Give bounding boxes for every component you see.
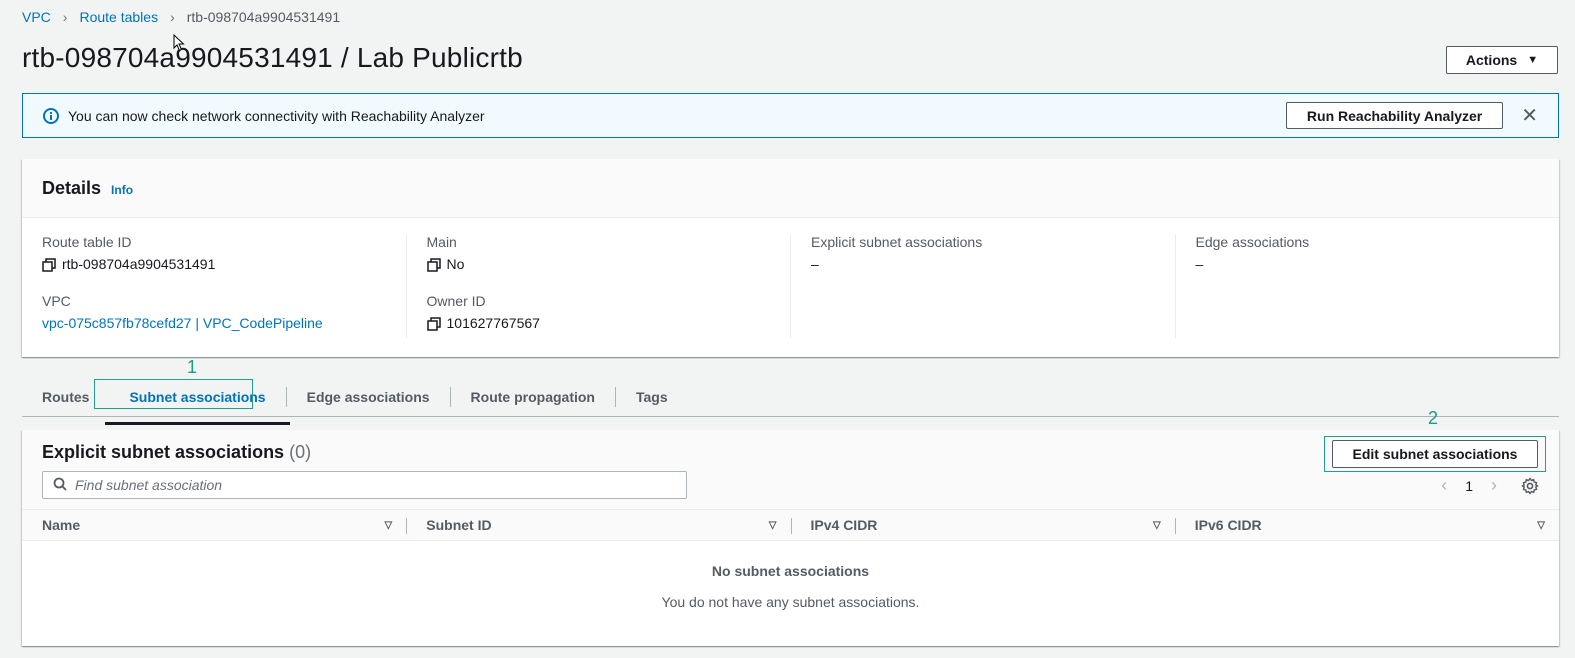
empty-state-text: You do not have any subnet associations.	[661, 594, 920, 610]
info-icon	[43, 107, 59, 124]
details-column-4: Edge associations –	[1174, 234, 1560, 338]
tab-edge-associations[interactable]: Edge associations	[285, 387, 450, 407]
banner-message: You can now check network connectivity w…	[68, 107, 485, 124]
panel-title-text: Explicit subnet associations	[42, 442, 285, 462]
edge-associations-label: Edge associations	[1195, 234, 1310, 250]
sort-icon[interactable]: ▽	[1153, 520, 1161, 531]
subnet-associations-panel: Explicit subnet associations (0) Edit su…	[22, 430, 1559, 646]
caret-down-icon: ▼	[1527, 54, 1539, 66]
chevron-right-icon[interactable]: ›	[1491, 475, 1497, 496]
breadcrumb: VPC › Route tables › rtb-098704a99045314…	[22, 9, 340, 25]
explicit-subnet-associations-value: –	[811, 256, 819, 272]
tab-bar: Routes Subnet associations Edge associat…	[22, 378, 1559, 425]
search-icon	[53, 477, 67, 494]
route-table-id-value: rtb-098704a9904531491	[62, 256, 216, 272]
breadcrumb-route-tables[interactable]: Route tables	[79, 9, 158, 25]
chevron-left-icon[interactable]: ‹	[1441, 475, 1447, 496]
search-input[interactable]: Find subnet association	[42, 471, 687, 499]
highlight-box: Edit subnet associations	[1324, 436, 1546, 472]
column-header-ipv4-cidr[interactable]: IPv4 CIDR ▽	[790, 510, 1175, 540]
empty-state: No subnet associations You do not have a…	[22, 541, 1559, 610]
highlight-box	[94, 379, 254, 409]
main-label: Main	[426, 234, 457, 250]
info-link[interactable]: Info	[111, 183, 133, 197]
sort-icon[interactable]: ▽	[1537, 520, 1545, 531]
breadcrumb-vpc[interactable]: VPC	[22, 9, 51, 25]
panel-title: Explicit subnet associations (0)	[42, 442, 311, 463]
annotation-marker-2: 2	[1428, 408, 1439, 428]
details-panel: Details Info Route table ID rtb-098704a9…	[22, 159, 1559, 357]
copy-icon[interactable]	[426, 257, 441, 272]
chevron-right-icon: ›	[62, 9, 68, 25]
column-header-ipv6-cidr[interactable]: IPv6 CIDR ▽	[1174, 510, 1559, 540]
owner-id-value: 101627767567	[446, 315, 540, 331]
empty-state-title: No subnet associations	[711, 563, 870, 579]
details-title: Details	[42, 177, 102, 198]
copy-icon[interactable]	[42, 257, 56, 272]
details-column-2: Main No Owner ID 101627767567	[405, 234, 791, 338]
vpc-link[interactable]: vpc-075c857fb78cefd27 | VPC_CodePipeline	[42, 315, 323, 332]
sort-icon[interactable]: ▽	[769, 520, 777, 531]
page-title: rtb-098704a9904531491 / Lab Publicrtb	[22, 42, 523, 73]
edge-associations-value: –	[1195, 256, 1204, 272]
close-icon[interactable]: ✕	[1521, 106, 1538, 126]
annotation-marker-1: 1	[187, 357, 198, 377]
actions-button[interactable]: Actions ▼	[1446, 46, 1558, 74]
tab-route-propagation[interactable]: Route propagation	[449, 387, 615, 407]
edit-subnet-associations-button[interactable]: Edit subnet associations	[1332, 440, 1538, 468]
tab-subnet-associations[interactable]: Subnet associations	[94, 379, 290, 425]
column-header-subnet-id[interactable]: Subnet ID ▽	[406, 510, 790, 540]
panel-title-count: (0)	[289, 442, 312, 462]
details-column-1: Route table ID rtb-098704a9904531491 VPC…	[22, 234, 406, 338]
column-header-name[interactable]: Name ▽	[22, 510, 406, 540]
page-number[interactable]: 1	[1465, 478, 1473, 494]
copy-icon[interactable]	[426, 316, 441, 331]
details-column-3: Explicit subnet associations –	[790, 234, 1175, 338]
main-value: No	[446, 256, 465, 272]
chevron-right-icon: ›	[170, 9, 175, 25]
sort-icon[interactable]: ▽	[385, 520, 393, 531]
vpc-label: VPC	[42, 293, 71, 309]
search-placeholder: Find subnet association	[75, 477, 223, 493]
gear-icon[interactable]	[1521, 476, 1539, 495]
reachability-info-banner: You can now check network connectivity w…	[22, 93, 1559, 138]
tab-tags[interactable]: Tags	[614, 387, 688, 407]
actions-label: Actions	[1465, 52, 1518, 68]
route-table-id-label: Route table ID	[42, 234, 132, 250]
explicit-subnet-associations-label: Explicit subnet associations	[811, 234, 983, 250]
details-header: Details Info	[22, 159, 1559, 218]
run-reachability-analyzer-button[interactable]: Run Reachability Analyzer	[1285, 102, 1504, 129]
table-header: Name ▽ Subnet ID ▽ IPv4 CIDR ▽ IPv6 CIDR ▽	[22, 509, 1559, 541]
pagination: ‹ 1 ›	[1441, 475, 1539, 496]
owner-id-label: Owner ID	[426, 293, 486, 309]
mouse-cursor-icon	[173, 33, 185, 55]
breadcrumb-current: rtb-098704a9904531491	[186, 9, 341, 25]
